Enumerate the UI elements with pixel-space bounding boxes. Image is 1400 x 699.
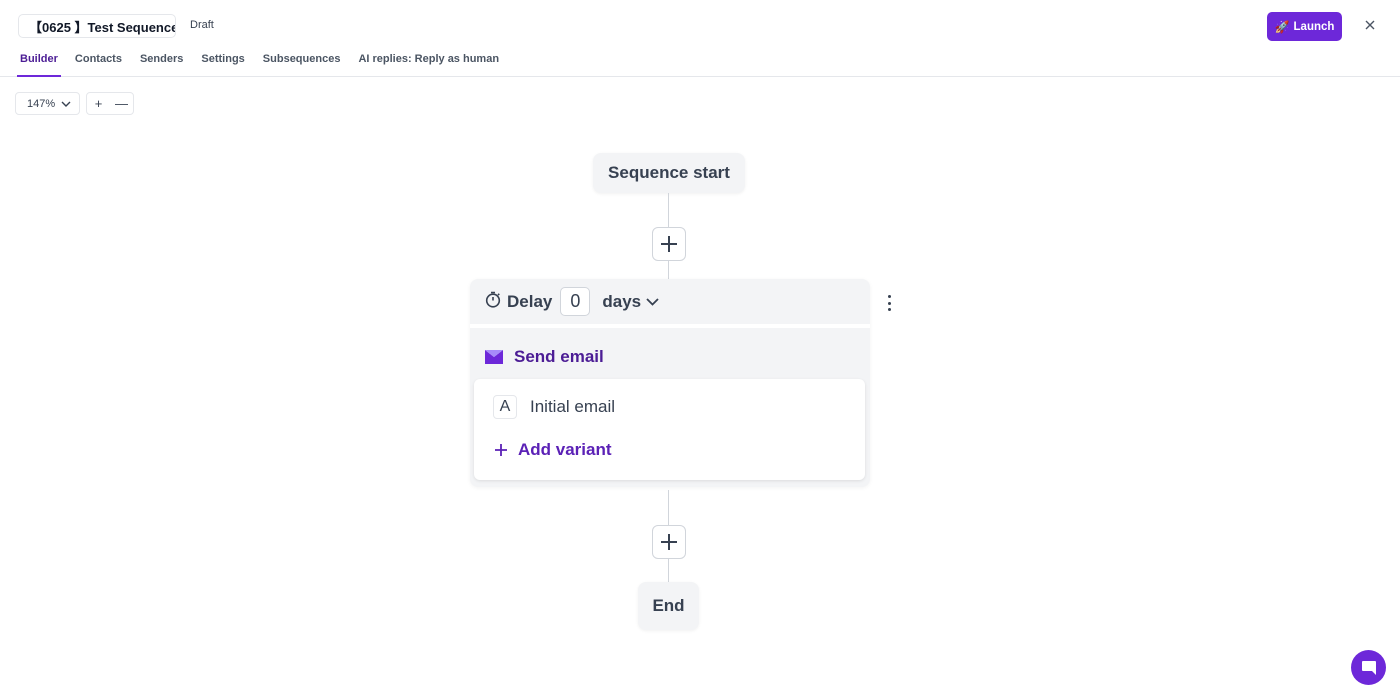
chevron-down-icon bbox=[61, 98, 71, 110]
tab-contacts[interactable]: Contacts bbox=[75, 44, 122, 77]
envelope-icon bbox=[485, 350, 503, 364]
delay-unit-select[interactable]: days bbox=[602, 292, 659, 312]
plus-icon bbox=[661, 236, 677, 252]
chat-icon bbox=[1361, 660, 1376, 675]
tab-builder[interactable]: Builder bbox=[17, 44, 61, 77]
delay-unit-label: days bbox=[602, 291, 642, 311]
connector-line bbox=[668, 559, 669, 582]
send-email-row: Send email bbox=[470, 335, 870, 379]
tab-settings[interactable]: Settings bbox=[201, 44, 244, 77]
connector-line bbox=[668, 490, 669, 525]
status-badge: Draft bbox=[190, 19, 214, 31]
sequence-start-node: Sequence start bbox=[593, 153, 745, 193]
zoom-buttons: + — bbox=[86, 92, 134, 115]
variant-badge: A bbox=[493, 395, 517, 419]
chat-widget-button[interactable] bbox=[1351, 650, 1386, 685]
plus-icon bbox=[661, 534, 677, 550]
connector-line bbox=[668, 261, 669, 279]
tab-senders[interactable]: Senders bbox=[140, 44, 183, 77]
top-header: 【0625 】Test Sequence Draft 🚀 Launch Buil… bbox=[0, 0, 1400, 77]
send-email-label: Send email bbox=[514, 347, 604, 366]
connector-line bbox=[668, 193, 669, 227]
close-icon[interactable] bbox=[1360, 15, 1380, 35]
add-step-button[interactable] bbox=[652, 525, 686, 559]
tab-ai-replies[interactable]: AI replies: Reply as human bbox=[358, 44, 499, 77]
tab-subsequences[interactable]: Subsequences bbox=[263, 44, 341, 77]
launch-button[interactable]: 🚀 Launch bbox=[1267, 12, 1342, 41]
email-step-card: Delay 0 days Send email A Initial email … bbox=[470, 279, 870, 487]
zoom-level: 147% bbox=[27, 97, 56, 110]
launch-button-label: Launch bbox=[1293, 20, 1335, 33]
variant-name: Initial email bbox=[530, 397, 616, 416]
step-more-menu-icon[interactable] bbox=[880, 293, 898, 313]
rocket-icon: 🚀 bbox=[1274, 19, 1290, 34]
delay-label: Delay bbox=[507, 291, 553, 311]
delay-input[interactable]: 0 bbox=[560, 287, 591, 316]
plus-icon bbox=[495, 444, 507, 456]
timer-icon bbox=[485, 291, 501, 313]
end-node: End bbox=[638, 582, 699, 630]
zoom-select[interactable]: 147% bbox=[15, 92, 80, 115]
zoom-in-button[interactable]: + bbox=[87, 93, 110, 114]
delay-row: Delay 0 days bbox=[470, 279, 870, 328]
add-variant-label: Add variant bbox=[518, 440, 612, 459]
variant-item[interactable]: A Initial email bbox=[493, 395, 615, 419]
zoom-out-button[interactable]: — bbox=[110, 93, 133, 114]
add-variant-button[interactable]: Add variant bbox=[494, 440, 612, 460]
add-step-button[interactable] bbox=[652, 227, 686, 261]
tab-bar: Builder Contacts Senders Settings Subseq… bbox=[0, 44, 499, 77]
chevron-down-icon bbox=[646, 297, 659, 306]
email-variants-panel: A Initial email Add variant bbox=[474, 379, 865, 480]
sequence-title-input[interactable]: 【0625 】Test Sequence bbox=[18, 14, 176, 38]
